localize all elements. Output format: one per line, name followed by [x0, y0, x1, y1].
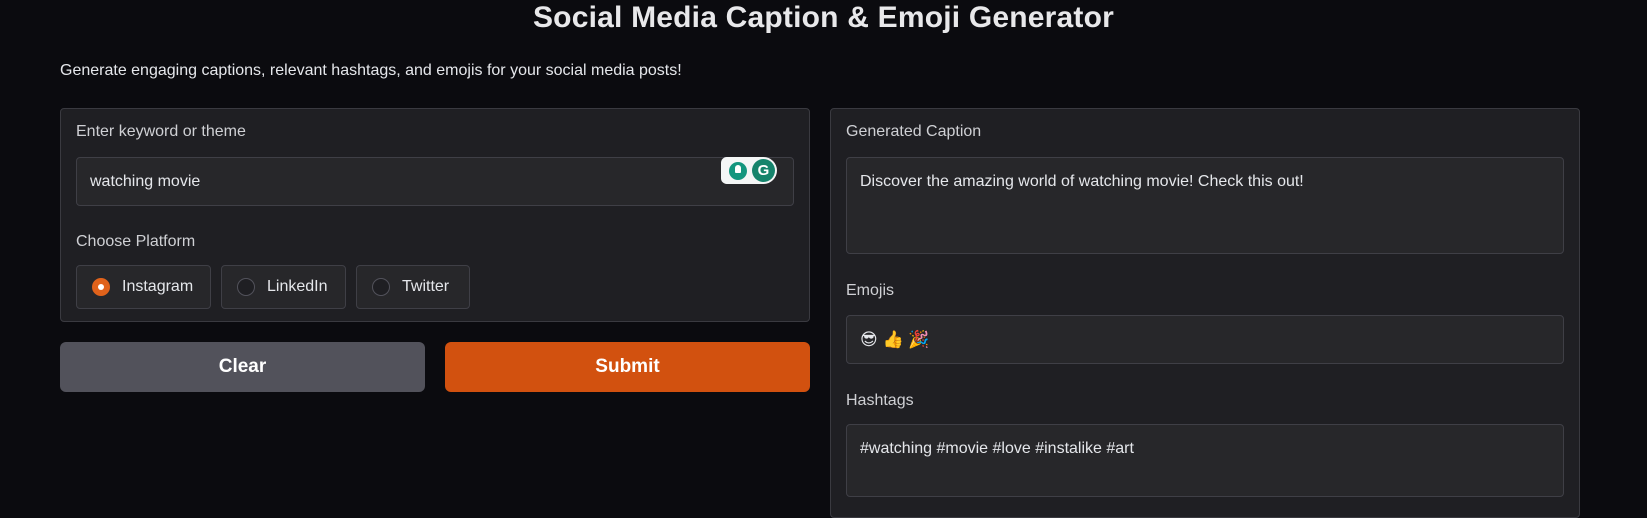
page-title: Social Media Caption & Emoji Generator — [532, 1, 1115, 34]
hashtags-output-value: #watching #movie #love #instalike #art — [860, 440, 1134, 457]
caption-output[interactable]: Discover the amazing world of watching m… — [846, 157, 1564, 254]
page-description: Generate engaging captions, relevant has… — [60, 62, 682, 79]
hashtags-label: Hashtags — [846, 392, 914, 409]
platform-option-instagram[interactable]: Instagram — [76, 265, 211, 309]
platform-option-label: Twitter — [402, 278, 450, 295]
emojis-output[interactable]: 😎 👍 🎉 — [846, 315, 1564, 364]
hashtags-output[interactable]: #watching #movie #love #instalike #art — [846, 424, 1564, 497]
caption-label: Generated Caption — [846, 123, 982, 140]
platform-label: Choose Platform — [76, 233, 196, 250]
platform-option-label: LinkedIn — [267, 278, 328, 295]
clear-button[interactable]: Clear — [60, 342, 425, 392]
keyword-input-value: watching movie — [90, 173, 201, 190]
keyword-label: Enter keyword or theme — [76, 123, 246, 140]
emojis-output-value: 😎 👍 🎉 — [860, 330, 930, 349]
platform-option-label: Instagram — [122, 278, 194, 295]
platform-option-twitter[interactable]: Twitter — [356, 265, 470, 309]
grammarly-logo-icon[interactable]: G — [752, 159, 775, 182]
radio-unchecked-icon[interactable] — [237, 278, 255, 296]
grammarly-suggestion-icon[interactable] — [729, 161, 747, 180]
platform-option-linkedin[interactable]: LinkedIn — [221, 265, 346, 309]
radio-checked-icon[interactable] — [92, 278, 110, 296]
radio-unchecked-icon[interactable] — [372, 278, 390, 296]
emojis-label: Emojis — [846, 282, 895, 299]
submit-button[interactable]: Submit — [445, 342, 810, 392]
caption-output-value: Discover the amazing world of watching m… — [860, 173, 1304, 190]
keyword-input[interactable]: watching movie — [76, 157, 794, 206]
grammarly-widget[interactable]: G — [721, 157, 777, 184]
